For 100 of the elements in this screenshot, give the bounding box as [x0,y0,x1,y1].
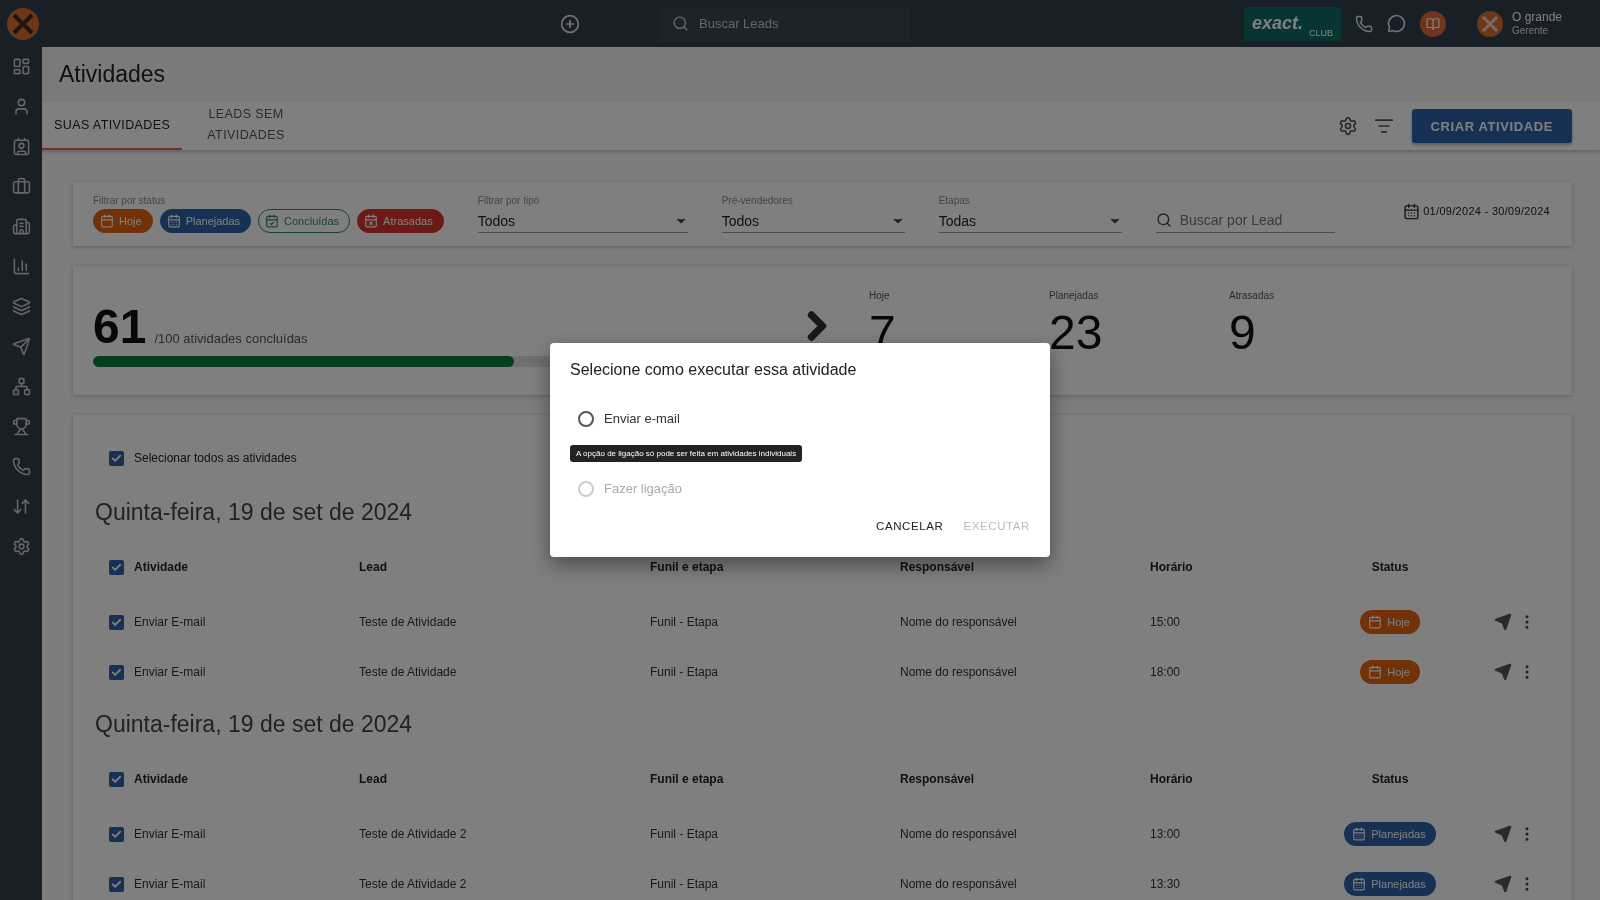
add-icon[interactable] [560,13,580,34]
dialog-button[interactable]: CANCELAR [870,514,950,538]
checkbox[interactable] [109,826,124,842]
check-icon [111,773,122,785]
search-field[interactable]: Buscar Leads [660,6,910,41]
stat-label: Atrasadas [1229,289,1276,301]
table-cell-text: Enviar E-mail [134,877,207,891]
table-cell-text: Teste de Atividade 2 [359,877,468,891]
avatar[interactable] [1476,9,1504,38]
status-chip[interactable]: Concluídas [258,209,351,233]
calendar-icon [1368,665,1383,679]
column-header: Responsável [900,560,975,574]
date-heading: Quinta-feira, 19 de set de 2024 [95,711,413,739]
radio-button[interactable] [578,410,594,427]
cards-icon[interactable] [11,297,31,316]
building-icon[interactable] [11,217,31,236]
hierarchy-icon[interactable] [11,377,31,396]
checkbox[interactable] [109,771,124,787]
settings-icon[interactable] [1337,116,1358,136]
stat-label: Planejadas [1049,289,1100,301]
date-range[interactable]: 01/09/2024 - 30/09/2024 [1423,205,1550,217]
stat-label: Hoje [869,289,891,301]
bar-chart-icon[interactable] [11,257,31,276]
table-cell-text: Funil - Etapa [650,827,720,841]
create-activity-button[interactable]: CRIAR ATIVIDADE [1411,109,1572,143]
send-icon[interactable] [1494,875,1512,893]
column-header: Status [1371,772,1409,786]
calendar-icon [1368,615,1383,629]
status-chip[interactable]: Planejadas [159,209,252,233]
status-badge: Planejadas [1344,822,1436,846]
date-heading: Quinta-feira, 19 de set de 2024 [95,499,413,527]
column-header: Status [1371,560,1409,574]
stat-value: 23 [1049,304,1104,360]
user-role: Gerente [1512,24,1550,37]
chat-icon[interactable] [1387,14,1406,33]
calendar-icon [1352,827,1367,841]
contact-card-icon[interactable] [11,137,31,156]
settings-icon[interactable] [11,537,31,556]
checkbox[interactable] [109,559,124,575]
column-header: Atividade [134,560,188,574]
swap-icon[interactable] [11,497,31,516]
search-icon [1155,211,1172,228]
calendar-x-icon [364,214,379,228]
column-header: Funil e etapa [650,560,724,574]
user-name: O grande [1512,10,1563,24]
column-header: Funil e etapa [650,772,724,786]
column-header: Horário [1150,560,1193,574]
table-cell-text: 15:00 [1150,615,1182,629]
table-cell-text: Funil - Etapa [650,615,720,629]
status-badge: Hoje [1360,660,1420,684]
tab[interactable]: SUAS ATIVIDADES [42,102,182,150]
send-icon[interactable] [1494,825,1512,843]
phone-icon[interactable] [1355,14,1373,33]
select-field[interactable]: Todos [477,209,688,233]
check-icon [111,828,122,840]
dashboard-icon[interactable] [11,57,31,76]
calendar-icon [166,214,181,228]
check-icon [111,452,122,464]
calendar-icon [100,214,114,228]
field-label: Filtrar por status [93,195,167,206]
table-cell-text: Enviar E-mail [134,615,207,629]
trophy-icon[interactable] [11,417,31,436]
table-cell-text: 18:00 [1150,665,1182,679]
field-label: Pré-vendedores [721,195,794,206]
table-cell-text: Teste de Atividade [359,665,458,679]
table-cell-text: Funil - Etapa [650,665,720,679]
column-header: Responsável [900,772,975,786]
calendar-icon[interactable] [1403,202,1421,220]
select-field[interactable]: Todas [938,209,1122,233]
list-filter-icon[interactable] [1373,116,1394,136]
send-icon[interactable] [1494,663,1512,681]
status-badge: Planejadas [1344,872,1436,896]
done-caption: /100 atividades concluídas [154,330,308,346]
phone-icon[interactable] [11,457,31,476]
logo-icon[interactable] [6,6,40,41]
status-badge: Hoje [1360,610,1420,634]
option-label[interactable]: Enviar e-mail [604,411,680,426]
book-button[interactable] [1420,10,1446,37]
status-chip[interactable]: Atrasadas [357,209,444,233]
table-cell-text: Funil - Etapa [650,877,720,891]
column-header: Atividade [134,772,188,786]
checkbox[interactable] [109,450,124,466]
table-cell-text: Enviar E-mail [134,665,207,679]
select-field[interactable]: Todos [721,209,905,233]
send-icon[interactable] [1494,613,1512,631]
table-cell-text: Enviar E-mail [134,827,207,841]
search-field[interactable]: Buscar por Lead [1155,207,1336,233]
brand-badge[interactable]: exact. CLUB [1243,6,1341,41]
checkbox[interactable] [109,876,124,892]
column-header: Lead [359,560,387,574]
status-chip[interactable]: Hoje [93,209,153,233]
briefcase-icon[interactable] [11,177,31,196]
checkbox[interactable] [109,614,124,630]
stat-value: 9 [1229,304,1257,360]
select-all-label[interactable]: Selecionar todos as atividades [134,451,297,465]
column-header: Horário [1150,772,1193,786]
book-icon [1426,16,1440,31]
checkbox[interactable] [109,664,124,680]
tab[interactable]: LEADS SEM ATIVIDADES [182,102,310,150]
column-header: Lead [359,772,387,786]
